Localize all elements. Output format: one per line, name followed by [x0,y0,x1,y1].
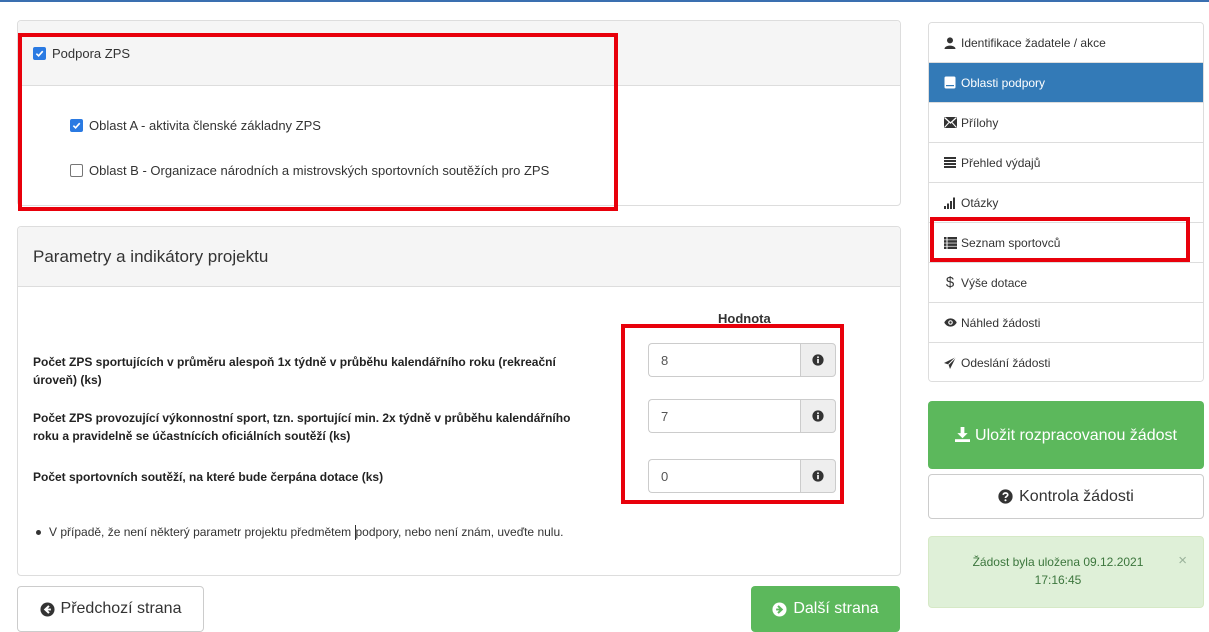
section-sidebar: Identifikace žadatele / akce Oblasti pod… [928,22,1204,382]
highlight-box-values [621,324,844,504]
sidebar-item-label: Oblasti podpory [961,75,1046,90]
sidebar-item-label: Přehled výdajů [961,155,1041,170]
sidebar-item-label: Otázky [961,195,999,210]
sidebar-item-label: Identifikace žadatele / akce [961,35,1106,50]
send-icon [943,356,957,370]
sidebar-item-subsidy-amount[interactable]: $ Výše dotace [929,263,1203,303]
previous-page-button[interactable]: Předchozí strana [17,586,204,632]
param-label-2: Počet ZPS provozující výkonnostní sport,… [33,411,571,443]
envelope-icon [943,116,957,130]
sidebar-item-attachments[interactable]: Přílohy [929,103,1203,143]
save-draft-content: Uložit rozpracovanou žádost [955,425,1177,446]
sidebar-item-label: Přílohy [961,115,999,130]
parameters-note: V případě, že není některý parametr proj… [36,525,564,541]
param-label-3: Počet sportovních soutěží, na které bude… [33,470,384,484]
saved-alert-message: Žádost byla uložena 09.12.2021 17:16:45 [972,555,1144,587]
previous-page-label: Předchozí strana [60,600,182,617]
check-application-label: Kontrola žádosti [1019,487,1134,505]
dollar-icon: $ [945,274,955,291]
eye-icon [943,316,957,330]
sidebar-item-submit[interactable]: Odeslání žádosti [929,343,1203,381]
book-icon [943,76,957,90]
saved-alert: Žádost byla uložena 09.12.2021 17:16:45 … [928,536,1204,608]
sidebar-item-label: Odeslání žádosti [961,356,1051,370]
next-page-button[interactable]: Další strana [751,586,900,632]
sidebar-item-support-areas[interactable]: Oblasti podpory [929,63,1203,103]
sidebar-item-label: Náhled žádosti [961,315,1041,330]
sidebar-item-identification[interactable]: Identifikace žadatele / akce [929,23,1203,63]
param-label-1: Počet ZPS sportujících v průměru alespoň… [33,355,556,387]
list-icon [943,156,957,170]
bullet-dot [36,530,41,536]
save-draft-label: Uložit rozpracovanou žádost [975,426,1177,444]
sidebar-item-preview[interactable]: Náhled žádosti [929,303,1203,343]
check-application-button[interactable]: Kontrola žádosti [928,474,1204,519]
signal-icon [943,196,957,210]
sidebar-item-label: Výše dotace [961,275,1028,290]
note-text-end: podpory, nebo není znám, uveďte nulu. [355,525,564,539]
close-icon[interactable]: × [1178,553,1187,568]
arrow-circle-right-icon [772,601,787,617]
highlight-box-athletes-list [930,217,1190,262]
arrow-circle-left-icon [39,601,55,617]
note-text-start: V případě, že není některý parametr proj… [49,525,355,539]
next-page-label: Další strana [793,600,879,617]
project-parameters-title: Parametry a indikátory projektu [33,246,269,266]
save-draft-button[interactable]: Uložit rozpracovanou žádost [928,401,1204,469]
question-circle-icon [998,489,1013,504]
sidebar-item-expenses[interactable]: Přehled výdajů [929,143,1203,183]
highlight-box-support-areas [18,33,618,211]
user-icon [943,36,957,50]
project-parameters-header: Parametry a indikátory projektu [18,227,900,287]
download-icon [955,426,971,442]
top-border-line [0,0,1209,2]
